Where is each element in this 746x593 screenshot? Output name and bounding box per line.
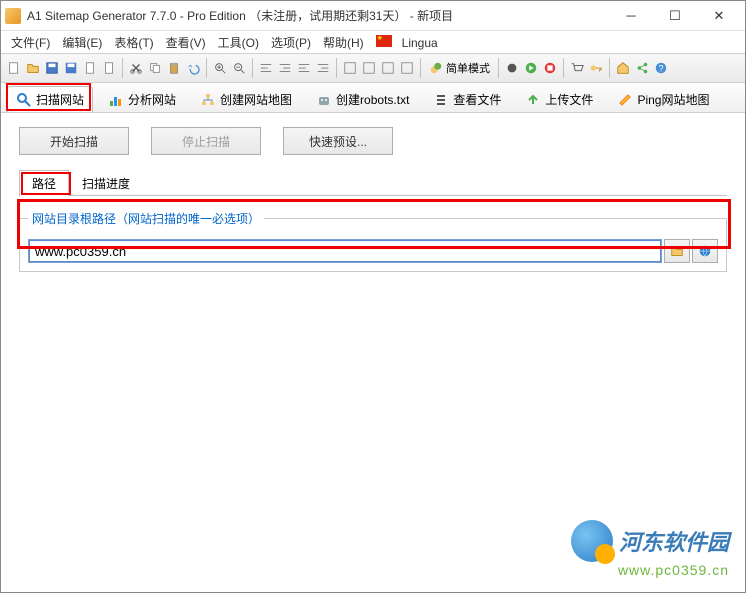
key-icon[interactable] — [587, 59, 605, 77]
save-as-icon[interactable] — [62, 59, 80, 77]
t2-icon[interactable] — [360, 59, 378, 77]
cut-icon[interactable] — [127, 59, 145, 77]
doc1-icon[interactable] — [81, 59, 99, 77]
tab-label: 创建网站地图 — [220, 91, 292, 108]
align3-icon[interactable] — [295, 59, 313, 77]
robot-icon — [316, 92, 332, 108]
open-icon[interactable] — [24, 59, 42, 77]
watermark-url: www.pc0359.cn — [571, 562, 729, 578]
tab-label: 创建robots.txt — [336, 91, 409, 108]
toolbar: 简单模式 ? — [1, 53, 745, 83]
svg-text:?: ? — [659, 64, 664, 74]
tab-analyze-site[interactable]: 分析网站 — [99, 86, 185, 112]
save-icon[interactable] — [43, 59, 61, 77]
menu-bar: 文件(F) 编辑(E) 表格(T) 查看(V) 工具(O) 选项(P) 帮助(H… — [1, 31, 745, 53]
zoom-in-icon[interactable] — [211, 59, 229, 77]
doc2-icon[interactable] — [100, 59, 118, 77]
globe-icon — [698, 244, 712, 258]
align4-icon[interactable] — [314, 59, 332, 77]
align1-icon[interactable] — [257, 59, 275, 77]
flag-icon — [376, 35, 392, 47]
menu-lingua[interactable]: Lingua — [370, 33, 450, 52]
subtab-path[interactable]: 路径 — [19, 170, 69, 196]
tab-upload-files[interactable]: 上传文件 — [516, 86, 602, 112]
watermark-name: 河东软件园 — [619, 525, 729, 557]
stop-scan-button: 停止扫描 — [151, 127, 261, 155]
upload-icon — [525, 92, 541, 108]
minimize-button[interactable]: ─ — [609, 2, 653, 30]
paste-icon[interactable] — [165, 59, 183, 77]
tab-label: 查看文件 — [453, 91, 501, 108]
copy-icon[interactable] — [146, 59, 164, 77]
ping-icon — [617, 92, 633, 108]
home-icon[interactable] — [614, 59, 632, 77]
app-icon — [5, 8, 21, 24]
tab-label: 扫描网站 — [36, 91, 84, 108]
record-icon[interactable] — [503, 59, 521, 77]
magnifier-icon — [16, 92, 32, 108]
tab-label: Ping网站地图 — [637, 91, 709, 108]
start-scan-button[interactable]: 开始扫描 — [19, 127, 129, 155]
maximize-button[interactable]: ☐ — [653, 2, 697, 30]
browse-url-button[interactable] — [692, 239, 718, 263]
tab-label: 上传文件 — [545, 91, 593, 108]
sub-tabs: 路径 扫描进度 — [19, 169, 727, 196]
list-icon — [433, 92, 449, 108]
align2-icon[interactable] — [276, 59, 294, 77]
simple-mode-button[interactable]: 简单模式 — [425, 57, 494, 79]
watermark-logo-icon — [571, 520, 613, 562]
share-icon[interactable] — [633, 59, 651, 77]
subtab-progress[interactable]: 扫描进度 — [69, 170, 143, 196]
tab-create-robots[interactable]: 创建robots.txt — [307, 86, 418, 112]
window-title: A1 Sitemap Generator 7.7.0 - Pro Edition… — [27, 7, 609, 24]
chart-icon — [108, 92, 124, 108]
cart-icon[interactable] — [568, 59, 586, 77]
menu-help[interactable]: 帮助(H) — [317, 32, 370, 53]
t4-icon[interactable] — [398, 59, 416, 77]
close-button[interactable]: ✕ — [697, 2, 741, 30]
play-icon[interactable] — [522, 59, 540, 77]
t3-icon[interactable] — [379, 59, 397, 77]
root-path-input[interactable] — [28, 239, 662, 263]
root-path-fieldset: 网站目录根路径（网站扫描的唯一必选项） — [19, 210, 727, 272]
new-icon[interactable] — [5, 59, 23, 77]
main-tabs: 扫描网站 分析网站 创建网站地图 创建robots.txt 查看文件 上传文件 … — [1, 83, 745, 113]
action-buttons: 开始扫描 停止扫描 快速预设... — [19, 127, 727, 155]
quick-preset-button[interactable]: 快速预设... — [283, 127, 393, 155]
window-titlebar: A1 Sitemap Generator 7.7.0 - Pro Edition… — [1, 1, 745, 31]
tab-scan-site[interactable]: 扫描网站 — [7, 86, 93, 112]
tab-create-sitemap[interactable]: 创建网站地图 — [191, 86, 301, 112]
browse-folder-button[interactable] — [664, 239, 690, 263]
zoom-out-icon[interactable] — [230, 59, 248, 77]
t1-icon[interactable] — [341, 59, 359, 77]
main-panel: 开始扫描 停止扫描 快速预设... 路径 扫描进度 网站目录根路径（网站扫描的唯… — [1, 113, 745, 272]
watermark: 河东软件园 www.pc0359.cn — [571, 520, 729, 578]
menu-tools[interactable]: 工具(O) — [212, 32, 265, 53]
menu-table[interactable]: 表格(T) — [108, 32, 159, 53]
menu-view[interactable]: 查看(V) — [160, 32, 212, 53]
tab-ping-sitemap[interactable]: Ping网站地图 — [608, 86, 718, 112]
sitemap-icon — [200, 92, 216, 108]
folder-icon — [670, 244, 684, 258]
undo-icon[interactable] — [184, 59, 202, 77]
menu-edit[interactable]: 编辑(E) — [56, 32, 108, 53]
tab-label: 分析网站 — [128, 91, 176, 108]
menu-file[interactable]: 文件(F) — [5, 32, 56, 53]
help-icon[interactable]: ? — [652, 59, 670, 77]
tab-view-files[interactable]: 查看文件 — [424, 86, 510, 112]
fieldset-legend: 网站目录根路径（网站扫描的唯一必选项） — [28, 210, 264, 227]
stop-icon[interactable] — [541, 59, 559, 77]
menu-options[interactable]: 选项(P) — [265, 32, 317, 53]
